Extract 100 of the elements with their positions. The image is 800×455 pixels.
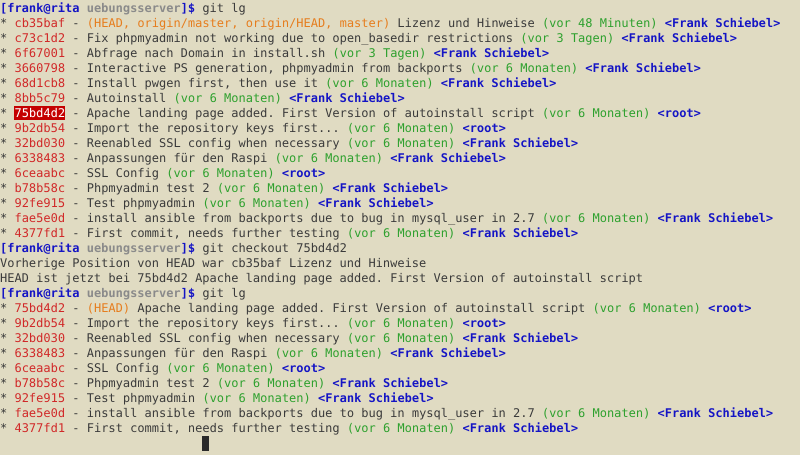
separator-dash: - [72, 31, 80, 45]
separator-dash: - [72, 91, 80, 105]
commit-date: (vor 6 Monaten) [216, 181, 326, 195]
separator-dash: - [72, 406, 80, 420]
graph-marker: * [0, 76, 8, 90]
commit-date: (vor 6 Monaten) [346, 121, 456, 135]
commit-hash: 6ceaabc [14, 361, 66, 375]
prompt-symbol: ]$ [180, 241, 196, 255]
commit-message: Test phpmyadmin [86, 391, 196, 405]
commit-hash: 6f67001 [14, 46, 66, 60]
commit-message: Apache landing page added. First Version of autoinstall script [137, 301, 586, 315]
ref-names: (HEAD) [86, 301, 130, 315]
separator-dash: - [72, 166, 80, 180]
graph-marker: * [0, 106, 8, 120]
prompt-directory: uebungsserver [86, 1, 181, 15]
commit-hash: cb35baf [14, 16, 66, 30]
graph-marker: * [0, 226, 8, 240]
commit-message: Autoinstall [86, 91, 166, 105]
separator-dash: - [72, 121, 80, 135]
commit-hash: 3660798 [14, 61, 66, 75]
commit-date: (vor 6 Monaten) [274, 346, 383, 360]
graph-marker: * [0, 211, 8, 225]
commit-date: (vor 6 Monaten) [202, 196, 311, 210]
separator-dash: - [72, 211, 80, 225]
commit-author: <Frank Schiebel> [462, 136, 578, 150]
commit-message: Lizenz und Hinweise [397, 16, 535, 30]
commit-date: (vor 6 Monaten) [592, 301, 701, 315]
output-line: HEAD ist jetzt bei 75bd4d2 Apache landing page added. First Version of autoinstall script [0, 271, 643, 285]
separator-dash: - [72, 61, 80, 75]
commit-message: Test phpmyadmin [86, 196, 196, 210]
separator-dash: - [72, 421, 80, 435]
commit-date: (vor 6 Monaten) [216, 376, 326, 390]
commit-date: (vor 6 Monaten) [346, 331, 456, 345]
commit-message: Import the repository keys first... [86, 316, 340, 330]
commit-author: <Frank Schiebel> [332, 181, 448, 195]
commit-message: SSL Config [86, 166, 159, 180]
commit-message: Apache landing page added. First Version of autoinstall script [86, 106, 535, 120]
commit-hash: 4377fd1 [14, 226, 66, 240]
separator-dash: - [72, 226, 80, 240]
commit-message: install ansible from backports due to bug in mysql_user in 2.7 [86, 211, 535, 225]
separator-dash: - [72, 376, 80, 390]
commit-message: install ansible from backports due to bug in mysql_user in 2.7 [86, 406, 535, 420]
separator-dash: - [72, 301, 80, 315]
graph-marker: * [0, 346, 8, 360]
commit-author: <Frank Schiebel> [462, 421, 578, 435]
commit-author: <Frank Schiebel> [658, 211, 774, 225]
graph-marker: * [0, 316, 8, 330]
commit-hash: 4377fd1 [14, 421, 66, 435]
prompt-user: [frank@rita [0, 286, 80, 300]
graph-marker: * [0, 301, 8, 315]
commit-message: Install pwgen first, then use it [86, 76, 318, 90]
commit-author: <root> [462, 316, 506, 330]
graph-marker: * [0, 46, 8, 60]
commit-date: (vor 6 Monaten) [346, 136, 456, 150]
commit-date: (vor 6 Monaten) [202, 391, 311, 405]
commit-message: Abfrage nach Domain in install.sh [86, 46, 326, 60]
commit-hash: 9b2db54 [14, 121, 66, 135]
commit-author: <root> [708, 301, 752, 315]
output-line: Vorherige Position von HEAD war cb35baf Lizenz und Hinweise [0, 256, 426, 270]
separator-dash: - [72, 316, 80, 330]
commit-message: Phpmyadmin test 2 [86, 376, 210, 390]
commit-date: (vor 6 Monaten) [274, 151, 383, 165]
graph-marker: * [0, 31, 8, 45]
commit-hash: fae5e0d [14, 211, 66, 225]
prompt-symbol: ]$ [180, 1, 196, 15]
graph-marker: * [0, 91, 8, 105]
commit-author: <Frank Schiebel> [462, 226, 578, 240]
commit-author: <root> [462, 121, 506, 135]
graph-marker: * [0, 136, 8, 150]
ref-names: (HEAD, origin/master, origin/HEAD, master) [86, 16, 390, 30]
commit-hash: 75bd4d2 [14, 106, 66, 120]
commit-author: <root> [282, 166, 326, 180]
commit-message: First commit, needs further testing [86, 421, 340, 435]
commit-hash: c73c1d2 [14, 31, 66, 45]
graph-marker: * [0, 421, 8, 435]
commit-hash: 92fe915 [14, 391, 66, 405]
commit-message: Reenabled SSL config when necessary [86, 136, 340, 150]
separator-dash: - [72, 16, 80, 30]
graph-marker: * [0, 376, 8, 390]
command-text: git lg [202, 286, 246, 300]
graph-marker: * [0, 391, 8, 405]
commit-hash: 8bb5c79 [14, 91, 66, 105]
prompt-user: [frank@rita [0, 241, 80, 255]
separator-dash: - [72, 346, 80, 360]
separator-dash: - [72, 76, 80, 90]
commit-author: <root> [282, 361, 326, 375]
separator-dash: - [72, 181, 80, 195]
commit-message: Reenabled SSL config when necessary [86, 331, 340, 345]
separator-dash: - [72, 331, 80, 345]
prompt-symbol: ]$ [180, 286, 196, 300]
commit-author: <Frank Schiebel> [434, 46, 550, 60]
graph-marker: * [0, 196, 8, 210]
graph-marker: * [0, 331, 8, 345]
commit-date: (vor 6 Monaten) [542, 406, 650, 420]
commit-date: (vor 6 Monaten) [346, 226, 456, 240]
command-text: git lg [202, 1, 246, 15]
command-text: git checkout 75bd4d2 [202, 241, 347, 255]
separator-dash: - [72, 196, 80, 210]
commit-author: <Frank Schiebel> [318, 391, 434, 405]
commit-author: <Frank Schiebel> [658, 406, 774, 420]
